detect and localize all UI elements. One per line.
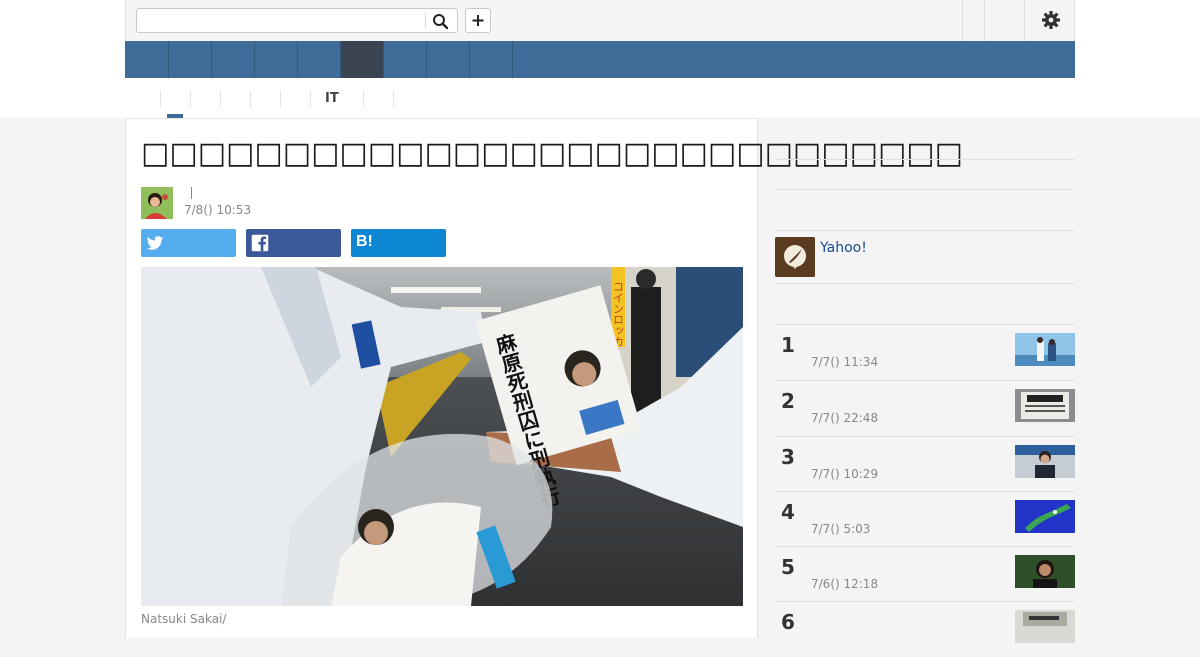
ranking-thumbnail — [1015, 500, 1075, 533]
ranking-date: 7/7() 11:34 — [811, 355, 879, 369]
gear-icon — [1042, 11, 1060, 29]
ranking-date: 7/7() 22:48 — [811, 411, 879, 425]
sub-nav: IT — [125, 78, 1075, 118]
search-divider — [425, 13, 426, 28]
ranking-number: 4 — [781, 500, 795, 524]
sub-nav-item[interactable] — [250, 91, 281, 107]
facebook-share-button[interactable] — [246, 229, 341, 257]
ranking-item[interactable]: 1 7/7() 11:34 — [775, 325, 1075, 380]
feather-icon — [775, 237, 815, 277]
toolbar-separator — [962, 0, 963, 41]
article-title: □□□□□□□□□□□□□□□□□□□□□□□□□□□□□ — [141, 136, 963, 171]
sidebar-divider — [775, 189, 1075, 190]
nav-item[interactable] — [427, 41, 470, 78]
author-separator — [191, 187, 192, 199]
ranking-thumbnail — [1015, 610, 1075, 643]
toolbar-separator — [984, 0, 985, 41]
nav-item[interactable] — [125, 41, 169, 78]
sub-nav-item-it[interactable]: IT — [310, 91, 362, 107]
nav-item-active[interactable] — [341, 41, 384, 78]
ranking-item[interactable]: 5 7/6() 12:18 — [775, 547, 1075, 602]
ranking-thumbnail — [1015, 445, 1075, 478]
nav-item[interactable] — [169, 41, 212, 78]
add-button[interactable] — [465, 8, 491, 33]
top-toolbar — [125, 0, 1075, 41]
nav-item[interactable] — [212, 41, 255, 78]
article-photo: コインロッカー 麻原死刑囚に刑執行 — [141, 267, 743, 606]
ranking-number: 2 — [781, 389, 795, 413]
ranking-number: 3 — [781, 445, 795, 469]
yahoo-link[interactable]: Yahoo! — [820, 240, 867, 256]
nav-item[interactable] — [255, 41, 298, 78]
search-icon — [433, 14, 449, 30]
publish-date: 7/8() 10:53 — [184, 203, 252, 217]
hatena-bookmark-button[interactable]: B! — [351, 229, 446, 257]
article-photo-image: コインロッカー 麻原死刑囚に刑執行 — [141, 267, 743, 606]
ranking-item[interactable]: 3 7/7() 10:29 — [775, 437, 1075, 492]
yahoo-author-icon[interactable] — [775, 237, 815, 277]
ranking-thumbnail — [1015, 333, 1075, 366]
ranking-item[interactable]: 4 7/7() 5:03 — [775, 492, 1075, 547]
plus-icon — [472, 15, 484, 26]
ranking-number: 1 — [781, 333, 795, 357]
ranking-date: 7/7() 10:29 — [811, 467, 879, 481]
sub-nav-item[interactable] — [220, 91, 251, 107]
sub-nav-item[interactable] — [190, 91, 221, 107]
sub-nav-separator — [393, 91, 395, 107]
sub-nav-item[interactable] — [280, 91, 311, 107]
nav-item[interactable] — [384, 41, 427, 78]
sidebar: Yahoo! 1 7/7() 11:34 2 7/7() 22:48 3 7/7… — [775, 118, 1075, 643]
hatena-bookmark-icon: B! — [356, 233, 373, 250]
sub-nav-item-active[interactable] — [160, 91, 191, 107]
article: □□□□□□□□□□□□□□□□□□□□□□□□□□□□□ 7/8() 10:5… — [125, 118, 963, 638]
sidebar-divider — [775, 159, 1075, 160]
twitter-share-button[interactable] — [141, 229, 236, 257]
ranking-item[interactable]: 2 7/7() 22:48 — [775, 381, 1075, 436]
toolbar-separator — [1024, 0, 1025, 41]
nav-item[interactable] — [298, 41, 341, 78]
nav-item[interactable] — [470, 41, 513, 78]
sidebar-divider — [775, 283, 1075, 284]
sidebar-divider — [775, 230, 1075, 231]
facebook-icon — [251, 234, 269, 252]
ranking-number: 6 — [781, 610, 795, 634]
photo-caption: Natsuki Sakai/ — [141, 612, 227, 626]
search-input[interactable] — [137, 9, 425, 32]
search-box — [136, 8, 458, 33]
main-nav — [125, 41, 1075, 78]
author-avatar[interactable] — [141, 187, 173, 219]
settings-button[interactable] — [1036, 8, 1066, 33]
ranking-number: 5 — [781, 555, 795, 579]
avatar-image — [141, 187, 173, 219]
ranking-thumbnail — [1015, 389, 1075, 422]
ranking-date: 7/7() 5:03 — [811, 522, 871, 536]
sub-nav-item[interactable] — [363, 91, 394, 107]
ranking-date: 7/6() 12:18 — [811, 577, 879, 591]
twitter-icon — [146, 236, 164, 250]
ranking-thumbnail — [1015, 555, 1075, 588]
search-button[interactable] — [430, 12, 452, 30]
